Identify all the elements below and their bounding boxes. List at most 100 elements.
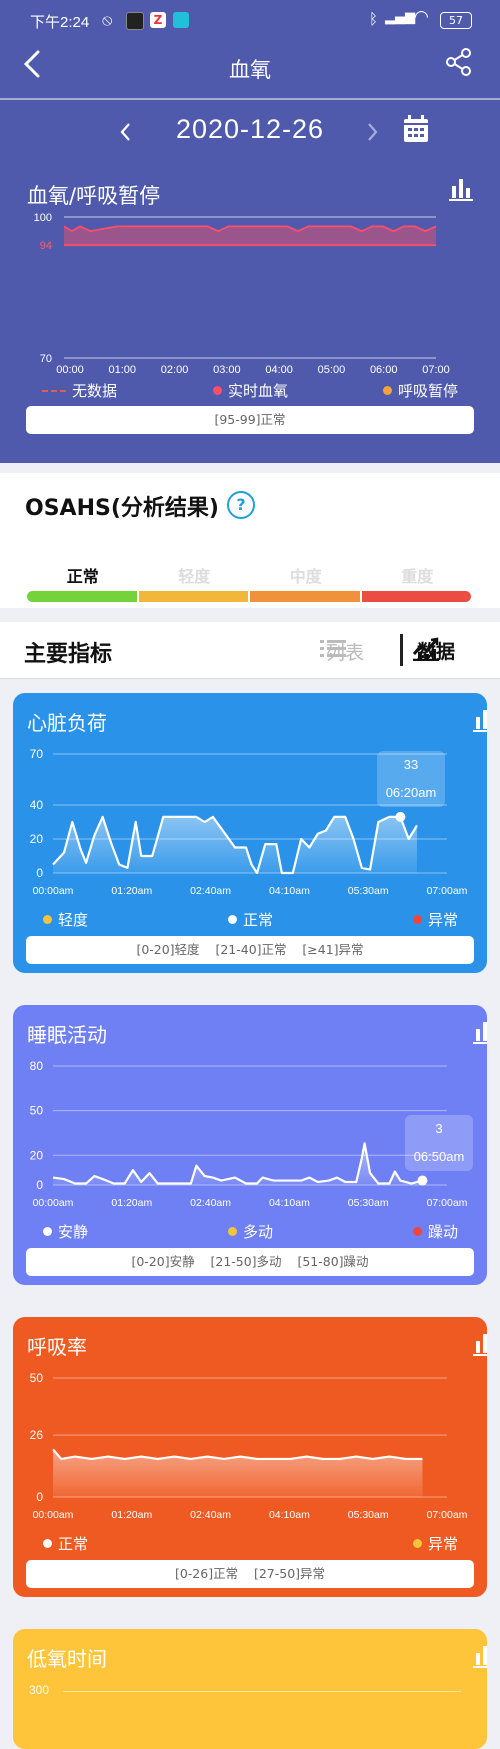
sleep-activity-card[interactable]: 睡眠活动 80 50 20 0 00:00am 01:20am 02:40am 04:10am… <box>13 1005 487 1285</box>
y-tick-label: 100 <box>34 212 52 224</box>
y-tick-label: 80 <box>30 1059 44 1073</box>
y-tick-label: 50 <box>30 1104 44 1118</box>
area-fill <box>53 816 417 873</box>
white-dot-icon <box>228 915 237 924</box>
osahs-section: OSAHS(分析结果) ? 正常 轻度 中度 重度 <box>0 473 500 608</box>
heart-load-chart: 70 40 20 0 00:00am 01:20am 02:40am 04:10am 05:30… <box>30 747 468 897</box>
sleep-range-box: [0-20]安静 [21-50]多动 [51-80]躁动 <box>26 1248 474 1276</box>
legend-quiet: 安静 <box>43 1221 88 1242</box>
yellow-dot-icon <box>228 1227 237 1236</box>
help-icon[interactable]: ? <box>227 491 255 519</box>
osahs-level-label: 轻度 <box>178 567 211 586</box>
indicators-header: 主要指标 列表 数据 <box>0 622 500 679</box>
y-tick-label: 20 <box>30 1148 44 1162</box>
x-tick-label: 05:00 <box>318 364 346 376</box>
hypoxia-time-card[interactable]: 低氧时间 300 <box>13 1629 487 1749</box>
series-line <box>52 1448 423 1461</box>
x-tick-label: 03:00 <box>213 364 241 376</box>
osahs-level-segment <box>138 591 248 602</box>
legend-apnea-label: 呼吸暂停 <box>398 382 459 400</box>
y-tick-label: 0 <box>36 1178 43 1192</box>
chart-tooltip: 33 06:20am <box>377 751 445 807</box>
legend-normal-label: 正常 <box>58 1535 89 1553</box>
x-tick-label: 01:00 <box>109 364 137 376</box>
oxygen-range-box: [95-99]正常 <box>26 406 474 434</box>
legend-no-data-label: 无数据 <box>72 382 118 400</box>
indicators-title: 主要指标 <box>24 642 113 667</box>
legend-active: 多动 <box>228 1221 273 1242</box>
heart-load-card[interactable]: 心脏负荷 70 40 20 0 00:00am 01:20am 02:40am 04:10am… <box>13 693 487 973</box>
x-tick-label: 06:00 <box>370 364 398 376</box>
x-tick-label: 01:20am <box>111 1197 152 1209</box>
x-tick-label: 02:40am <box>190 1197 231 1209</box>
data-tab[interactable]: 数据 <box>412 637 455 664</box>
y-tick-label: 20 <box>30 832 44 846</box>
y-tick-label: 300 <box>29 1683 50 1697</box>
white-dot-icon <box>43 1227 52 1236</box>
legend-restless-label: 躁动 <box>428 1223 459 1241</box>
legend-no-data: 无数据 <box>42 380 117 401</box>
y-tick-label: 50 <box>30 1371 44 1385</box>
y-tick-label: 0 <box>36 1490 43 1504</box>
respiration-range-box: [0-26]正常 [27-50]异常 <box>26 1560 474 1588</box>
legend-abnormal-label: 异常 <box>428 911 459 929</box>
x-tick-label: 01:20am <box>111 885 152 897</box>
osahs-level-segment <box>250 591 360 602</box>
white-dot-icon <box>43 1539 52 1548</box>
x-tick-label: 04:10am <box>269 885 310 897</box>
x-tick-label: 05:30am <box>348 1509 389 1521</box>
y-tick-label: 26 <box>30 1428 44 1442</box>
respiration-card[interactable]: 呼吸率 50 26 0 00:00am 01:20am 02:40am 04:10am 05:… <box>13 1317 487 1597</box>
x-tick-label: 05:30am <box>348 885 389 897</box>
x-tick-label: 07:00am <box>427 885 468 897</box>
chart-tooltip: 3 06:50am <box>405 1115 473 1171</box>
oxygen-area <box>64 226 436 246</box>
tab-divider <box>400 634 403 666</box>
red-dot-icon <box>413 1227 422 1236</box>
osahs-level-label: 重度 <box>401 567 434 586</box>
x-tick-label: 00:00am <box>33 1509 74 1521</box>
legend-mild-label: 轻度 <box>58 911 89 929</box>
x-tick-label: 02:40am <box>190 1509 231 1521</box>
legend-normal: 正常 <box>43 1533 88 1554</box>
y-tick-label: 40 <box>30 798 44 812</box>
yellow-dot-icon <box>43 915 52 924</box>
legend-apnea: 呼吸暂停 <box>383 380 458 401</box>
x-tick-label: 04:00 <box>265 364 293 376</box>
orange-dot-icon <box>383 386 392 395</box>
red-dot-icon <box>213 386 222 395</box>
x-tick-label: 07:00am <box>427 1197 468 1209</box>
legend-mild: 轻度 <box>43 909 88 930</box>
tooltip-time: 06:20am <box>385 785 437 800</box>
osahs-level-segment <box>27 591 137 602</box>
y-tick-label: 70 <box>40 353 52 365</box>
gridline <box>63 1691 461 1692</box>
x-tick-label: 02:40am <box>190 885 231 897</box>
legend-active-label: 多动 <box>243 1223 274 1241</box>
y-tick-label: 0 <box>36 866 43 880</box>
legend-normal: 正常 <box>228 909 273 930</box>
x-tick-label: 07:00 <box>422 364 450 376</box>
legend-restless: 躁动 <box>413 1221 458 1242</box>
legend-normal-label: 正常 <box>243 911 274 929</box>
x-tick-label: 01:20am <box>111 1509 152 1521</box>
y-tick-label: 94 <box>40 240 52 252</box>
list-tab[interactable]: 列表 <box>320 638 364 665</box>
red-dot-icon <box>413 915 422 924</box>
tooltip-value: 3 <box>435 1121 443 1136</box>
x-tick-label: 04:10am <box>269 1197 310 1209</box>
respiration-chart: 50 26 0 00:00am 01:20am 02:40am 04:10am 05:30am… <box>30 1371 468 1521</box>
osahs-level-label: 正常 <box>66 567 99 586</box>
osahs-title: OSAHS(分析结果) <box>25 496 219 521</box>
heart-range-box: [0-20]轻度 [21-40]正常 [≥41]异常 <box>26 936 474 964</box>
x-tick-label: 02:00 <box>161 364 189 376</box>
osahs-level-label: 中度 <box>289 567 322 586</box>
y-tick-label: 70 <box>30 747 44 761</box>
tooltip-value: 33 <box>403 757 419 772</box>
x-tick-label: 04:10am <box>269 1509 310 1521</box>
legend-realtime-label: 实时血氧 <box>228 382 289 400</box>
x-tick-label: 00:00 <box>56 364 84 376</box>
highlight-point <box>395 811 406 822</box>
x-tick-label: 07:00am <box>427 1509 468 1521</box>
dashed-line-icon <box>42 389 66 392</box>
